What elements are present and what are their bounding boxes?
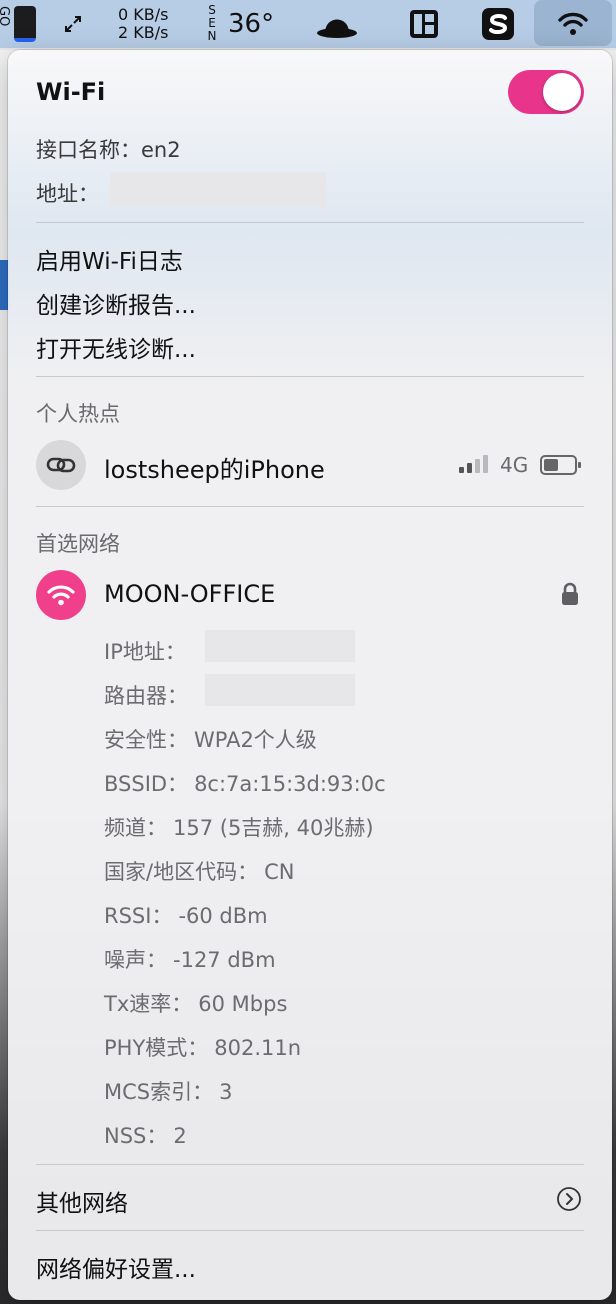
s-app-icon[interactable] bbox=[478, 0, 518, 48]
open-wireless-diagnostics-item[interactable]: 打开无线诊断... bbox=[36, 330, 196, 364]
temperature-readout[interactable]: 36° bbox=[228, 9, 274, 39]
net-download-speed: 2 KB/s bbox=[118, 23, 169, 42]
ip-redacted bbox=[205, 630, 355, 662]
cellular-signal-icon bbox=[459, 454, 493, 478]
preferred-networks-heading: 首选网络 bbox=[36, 532, 120, 556]
router-redacted bbox=[205, 674, 355, 706]
divider bbox=[36, 376, 584, 377]
detail-security: 安全性： WPA2个人级 bbox=[104, 724, 317, 754]
detail-label: RSSI： bbox=[104, 904, 173, 928]
detail-label: 路由器： bbox=[104, 684, 188, 708]
wifi-network-icon bbox=[36, 570, 86, 620]
hotspot-row[interactable]: lostsheep的iPhone 4G bbox=[8, 438, 612, 492]
wifi-menu-panel: Wi-Fi 接口名称：en2 地址： 启用Wi-Fi日志 创建诊断报告... 打… bbox=[8, 50, 612, 1300]
hat-icon[interactable] bbox=[312, 0, 362, 48]
wifi-title: Wi-Fi bbox=[36, 78, 106, 106]
other-networks-label: 其他网络 bbox=[36, 1191, 128, 1217]
detail-label: 噪声： bbox=[104, 948, 167, 972]
detail-value: -127 dBm bbox=[173, 948, 276, 972]
detail-mcs-index: MCS索引： 3 bbox=[104, 1076, 233, 1106]
link-icon bbox=[36, 440, 86, 490]
detail-value: WPA2个人级 bbox=[194, 728, 317, 752]
detail-label: Tx速率： bbox=[104, 992, 193, 1016]
detail-value: 2 bbox=[173, 1124, 187, 1148]
detail-label: NSS： bbox=[104, 1124, 168, 1148]
preferred-network-row[interactable]: MOON-OFFICE bbox=[8, 568, 612, 622]
arrows-icon[interactable] bbox=[58, 0, 88, 48]
network-name: MOON-OFFICE bbox=[104, 580, 276, 608]
menubar-left-text: GO bbox=[0, 6, 11, 27]
sensor-label: SEN bbox=[207, 3, 217, 43]
address-redacted bbox=[110, 172, 326, 206]
detail-value: 3 bbox=[219, 1080, 233, 1104]
detail-label: 国家/地区代码： bbox=[104, 860, 259, 884]
detail-ip: IP地址： bbox=[104, 636, 186, 666]
create-diagnostics-report-item[interactable]: 创建诊断报告... bbox=[36, 286, 196, 320]
battery-icon[interactable] bbox=[14, 6, 36, 42]
wifi-icon[interactable] bbox=[550, 0, 596, 48]
detail-value: -60 dBm bbox=[178, 904, 268, 928]
other-networks-row[interactable]: 其他网络 bbox=[8, 1176, 612, 1222]
detail-tx-rate: Tx速率： 60 Mbps bbox=[104, 988, 287, 1018]
detail-country-code: 国家/地区代码： CN bbox=[104, 856, 294, 886]
interface-value: en2 bbox=[141, 138, 181, 162]
toggle-knob bbox=[543, 73, 581, 111]
detail-channel: 频道： 157 (5吉赫, 40兆赫) bbox=[104, 812, 374, 842]
detail-nss: NSS： 2 bbox=[104, 1120, 187, 1150]
detail-router: 路由器： bbox=[104, 680, 188, 710]
hotspot-device-name: lostsheep的iPhone bbox=[104, 456, 325, 484]
divider bbox=[36, 1230, 584, 1231]
network-preferences-item[interactable]: 网络偏好设置... bbox=[36, 1250, 196, 1284]
detail-value: 8c:7a:15:3d:93:0c bbox=[194, 772, 386, 796]
detail-phy-mode: PHY模式： 802.11n bbox=[104, 1032, 301, 1062]
detail-rssi: RSSI： -60 dBm bbox=[104, 900, 268, 930]
detail-value: CN bbox=[264, 860, 295, 884]
detail-label: BSSID： bbox=[104, 772, 189, 796]
divider bbox=[36, 1164, 584, 1165]
interface-name-row: 接口名称：en2 bbox=[36, 134, 181, 164]
divider bbox=[36, 506, 584, 507]
detail-value: 157 (5吉赫, 40兆赫) bbox=[173, 816, 374, 840]
detail-label: 安全性： bbox=[104, 728, 188, 752]
divider bbox=[36, 222, 584, 223]
net-upload-speed: 0 KB/s bbox=[118, 5, 169, 24]
network-speed[interactable]: 0 KB/s 2 KB/s bbox=[118, 6, 168, 42]
chevron-right-icon bbox=[556, 1186, 582, 1216]
detail-label: IP地址： bbox=[104, 640, 186, 664]
wifi-toggle[interactable] bbox=[508, 70, 584, 114]
detail-label: MCS索引： bbox=[104, 1080, 214, 1104]
lock-icon bbox=[560, 582, 580, 610]
hotspot-signal-type: 4G bbox=[500, 453, 529, 477]
interface-label: 接口名称： bbox=[36, 138, 141, 162]
detail-bssid: BSSID： 8c:7a:15:3d:93:0c bbox=[104, 768, 386, 798]
enable-wifi-log-item[interactable]: 启用Wi-Fi日志 bbox=[36, 242, 183, 276]
address-label: 地址： bbox=[36, 182, 99, 206]
detail-value: 802.11n bbox=[214, 1036, 302, 1060]
menu-bar: GO 0 KB/s 2 KB/s SEN 36° bbox=[0, 0, 616, 48]
hotspot-heading: 个人热点 bbox=[36, 402, 120, 426]
layout-icon[interactable] bbox=[404, 0, 444, 48]
detail-value: 60 Mbps bbox=[198, 992, 288, 1016]
hotspot-battery-icon bbox=[540, 454, 582, 480]
detail-label: 频道： bbox=[104, 816, 167, 840]
detail-noise: 噪声： -127 dBm bbox=[104, 944, 276, 974]
detail-label: PHY模式： bbox=[104, 1036, 209, 1060]
